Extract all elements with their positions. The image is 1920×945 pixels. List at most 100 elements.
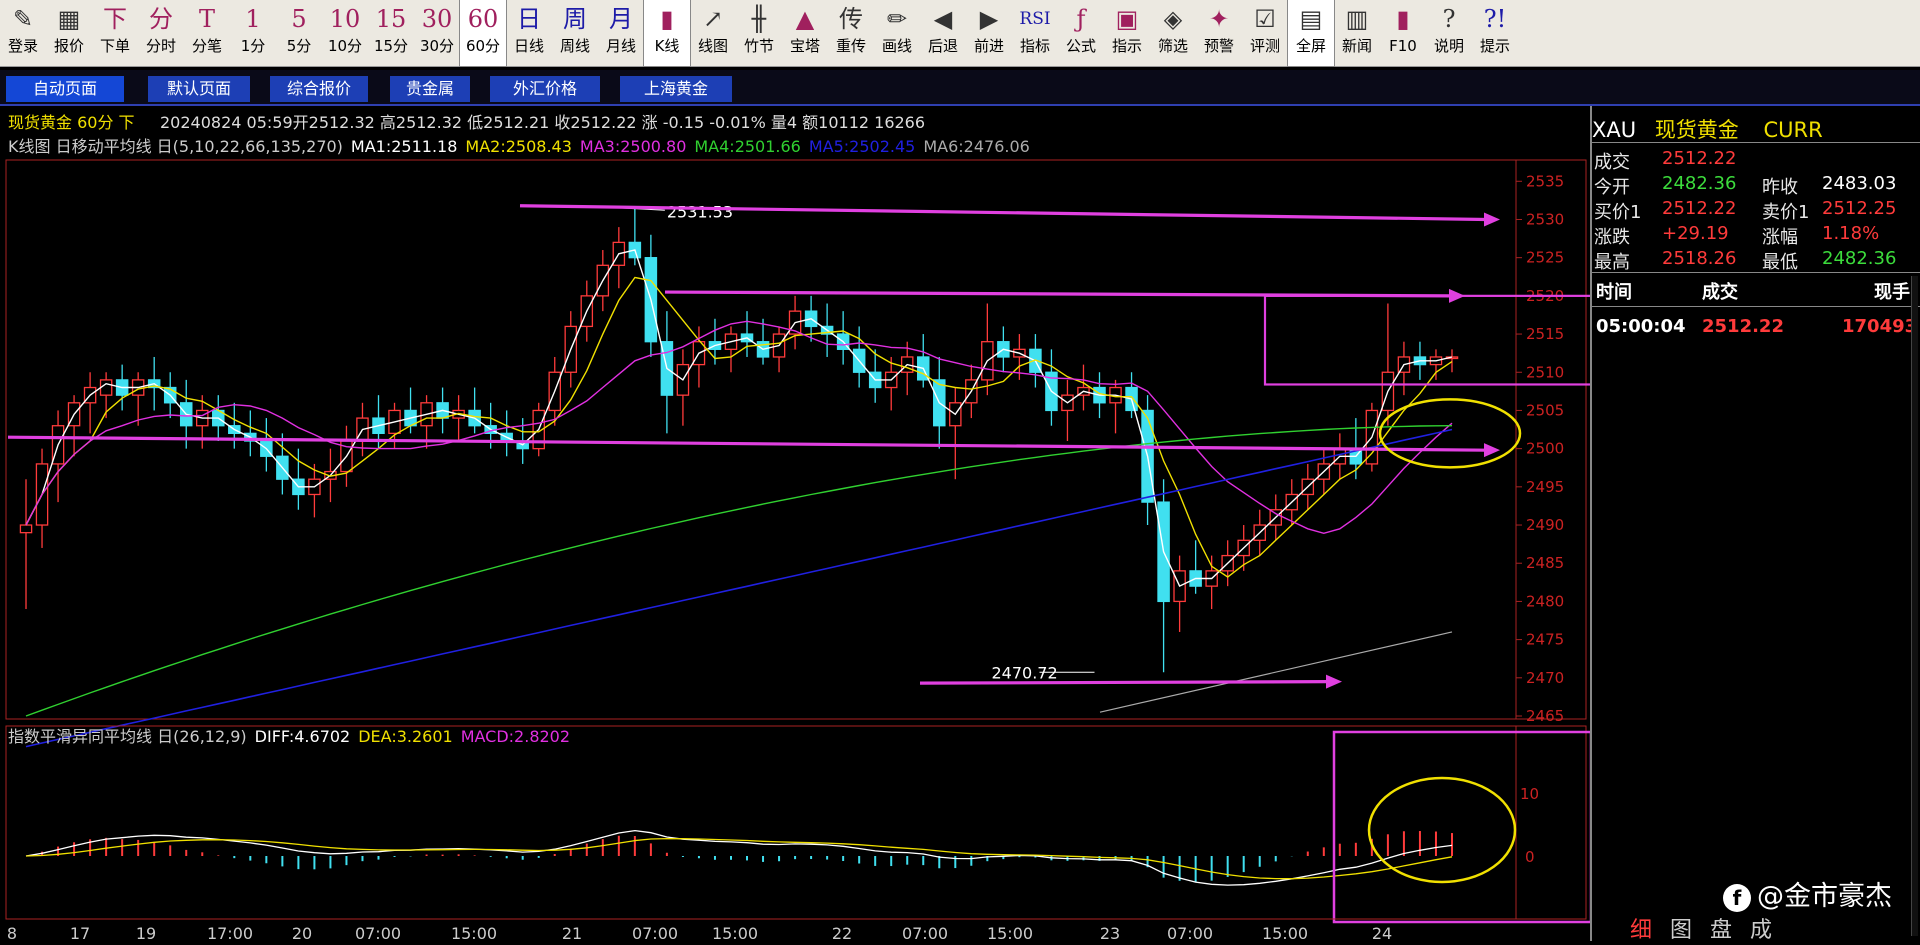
toolbar-forward-button[interactable]: ▶ 前进	[966, 0, 1012, 66]
toolbar-linechart-label: 线图	[697, 37, 728, 55]
ma-legend-item: MA3:2500.80	[580, 137, 686, 156]
panel-scrollbar[interactable]	[1911, 276, 1918, 936]
panel-tab-0[interactable]: 细	[1630, 912, 1652, 944]
toolbar-min5-button[interactable]: 5 5分	[276, 0, 322, 66]
panel-tab-2[interactable]: 盘	[1710, 912, 1732, 944]
toolbar-min15-label: 15分	[373, 37, 409, 55]
toolbar-bamboo-button[interactable]: ╫ 竹节	[736, 0, 782, 66]
toolbar-tips-button[interactable]: ?! 提示	[1472, 0, 1518, 66]
filter-icon: ◈	[1163, 5, 1183, 33]
quote-info-panel: XAU 现货黄金 CURR 成交 2512.22 今开 2482.36 昨收 2483.0…	[1590, 106, 1920, 941]
toolbar-f10-button[interactable]: ▮ F10	[1380, 0, 1426, 66]
toolbar-fullscreen-button[interactable]: ▤ 全屏	[1287, 0, 1335, 67]
symbol-curr: CURR	[1763, 118, 1823, 142]
quote-value: 2512.22	[1662, 198, 1737, 219]
symbol-header: XAU 现货黄金 CURR	[1592, 114, 1823, 144]
forward-icon: ▶	[979, 5, 999, 33]
toolbar-indicator-button[interactable]: RSI 指标	[1012, 0, 1058, 66]
toolbar-min10-label: 10分	[327, 37, 363, 55]
toolbar-min1-label: 1分	[240, 37, 266, 55]
quote-value: +29.19	[1662, 223, 1729, 244]
panel-tab-3[interactable]: 成	[1750, 912, 1772, 944]
toolbar-tower-button[interactable]: ▲ 宝塔	[782, 0, 828, 66]
toolbar-weekly-button[interactable]: 周周线	[552, 0, 598, 66]
kline-chart[interactable]: 现货黄金 60分 下 20240824 05:59开2512.32 高2512.3…	[0, 106, 1594, 943]
toolbar-back-button[interactable]: ◀ 后退	[920, 0, 966, 66]
quote-label: 涨跌	[1594, 227, 1630, 248]
toolbar-bamboo-label: 竹节	[743, 37, 774, 55]
toolbar-min1-button[interactable]: 1 1分	[230, 0, 276, 66]
high-annotation: 2531.53	[667, 203, 733, 222]
toolbar-filter-button[interactable]: ◈ 筛选	[1150, 0, 1196, 66]
quote-label: 昨收	[1762, 177, 1798, 198]
toolbar-kline-button[interactable]: ▮ K线	[643, 0, 691, 67]
toolbar-alert-button[interactable]: ✦ 预警	[1196, 0, 1242, 66]
toolbar-tips-label: 提示	[1479, 37, 1510, 55]
page-tab-5[interactable]: 上海黄金	[620, 76, 732, 102]
panel-tab-1[interactable]: 图	[1670, 912, 1692, 944]
y-tick-label: 2510	[1526, 363, 1564, 381]
page-tab-1[interactable]: 默认页面	[148, 76, 250, 102]
toolbar-timeshare-button[interactable]: 分分时	[138, 0, 184, 66]
trade-time: 05:00:04	[1596, 316, 1686, 337]
toolbar-min60-button[interactable]: 60 60分	[459, 0, 507, 67]
toolbar-min5-label: 5分	[286, 37, 312, 55]
trade-volume: 170493	[1842, 316, 1918, 337]
toolbar-help-button[interactable]: ? 说明	[1426, 0, 1472, 66]
min5-icon: 5	[291, 5, 307, 33]
toolbar-quote-label: 报价	[53, 37, 84, 55]
f10-icon: ▮	[1396, 5, 1410, 33]
ohlc-info: 20240824 05:59开2512.32 高2512.32 低2512.21…	[160, 113, 925, 132]
x-tick-label: 15:00	[712, 924, 758, 941]
toolbar-signal-label: 指示	[1111, 37, 1142, 55]
page-tab-0[interactable]: 自动页面	[6, 76, 124, 102]
y-tick-label: 2490	[1526, 516, 1564, 534]
x-tick-label: 20	[292, 924, 312, 941]
toolbar-f10-label: F10	[1389, 37, 1417, 55]
toolbar-min10-button[interactable]: 10 10分	[322, 0, 368, 66]
toolbar-min15-button[interactable]: 15 15分	[368, 0, 414, 66]
toolbar-reload-button[interactable]: 传重传	[828, 0, 874, 66]
toolbar-login-button[interactable]: ✎ 登录	[0, 0, 46, 66]
symbol-code: XAU	[1592, 118, 1637, 142]
toolbar-daily-button[interactable]: 日日线	[506, 0, 552, 66]
page-tab-2[interactable]: 综合报价	[270, 76, 368, 102]
min60-icon: 60	[467, 5, 499, 33]
alert-icon: ✦	[1208, 5, 1230, 33]
toolbar-tick-button[interactable]: T 分笔	[184, 0, 230, 66]
quote-value: 2512.25	[1822, 198, 1897, 219]
chart-area[interactable]: 现货黄金 60分 下 20240824 05:59开2512.32 高2512.3…	[0, 106, 1594, 943]
page-tab-4[interactable]: 外汇价格	[490, 76, 600, 102]
min15-icon: 15	[375, 5, 407, 33]
x-tick-label: 24	[1372, 924, 1392, 941]
toolbar-signal-button[interactable]: ▣ 指示	[1104, 0, 1150, 66]
toolbar-indicator-label: 指标	[1019, 37, 1050, 55]
toolbar-draw-button[interactable]: ✏ 画线	[874, 0, 920, 66]
toolbar-order-button[interactable]: 下下单	[92, 0, 138, 66]
quote-label: 成交	[1594, 152, 1630, 173]
ma-legend-item: MA5:2502.45	[809, 137, 915, 156]
kline-icon: ▮	[660, 5, 674, 33]
toolbar-login-label: 登录	[7, 37, 38, 55]
quote-label: 最高	[1594, 252, 1630, 273]
x-tick-label: 23	[1100, 924, 1120, 941]
page-tab-3[interactable]: 贵金属	[390, 76, 470, 102]
toolbar-quote-button[interactable]: ▦ 报价	[46, 0, 92, 66]
toolbar-min30-label: 30分	[419, 37, 455, 55]
y-tick-label: 2475	[1526, 631, 1564, 649]
toolbar-monthly-button[interactable]: 月月线	[598, 0, 644, 66]
weekly-icon: 周	[563, 5, 587, 33]
quote-label: 今开	[1594, 177, 1630, 198]
toolbar-linechart-button[interactable]: ↗ 线图	[690, 0, 736, 66]
toolbar-review-button[interactable]: ☑ 评测	[1242, 0, 1288, 66]
quote-value: 2482.36	[1822, 248, 1897, 269]
panel-bottom-tabs: 细图盘成	[1598, 908, 1920, 944]
quote-value: 1.18%	[1822, 223, 1880, 244]
toolbar-alert-label: 预警	[1203, 37, 1234, 55]
toolbar-min30-button[interactable]: 30 30分	[414, 0, 460, 66]
quote-label: 最低	[1762, 252, 1798, 273]
toolbar-news-button[interactable]: ▥ 新闻	[1334, 0, 1380, 66]
x-tick-label: 8	[7, 924, 17, 941]
x-tick-label: 19	[136, 924, 156, 941]
toolbar-formula-button[interactable]: ƒ 公式	[1058, 0, 1104, 66]
